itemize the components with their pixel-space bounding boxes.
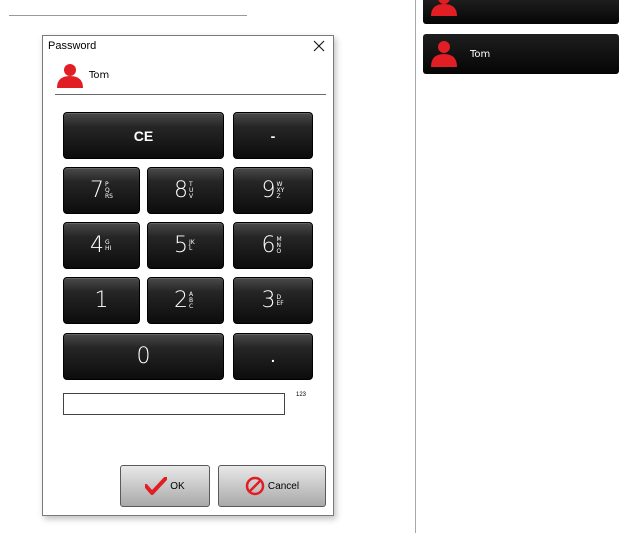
header-divider [55, 94, 326, 95]
user-icon [430, 0, 458, 19]
current-user: Tom [55, 64, 109, 92]
minus-key-label: - [270, 127, 276, 144]
digit-key-5[interactable]: 5 JKL [147, 222, 224, 269]
dialog-title: Password [48, 40, 97, 52]
cancel-button[interactable]: Cancel [218, 465, 326, 507]
letters-label: MNO [276, 235, 282, 255]
letters-label: JKL [189, 238, 195, 252]
digit-label: 1 [94, 287, 109, 313]
letters-label: GHI [105, 238, 112, 252]
digit-key-1[interactable]: 1 [63, 277, 140, 324]
decimal-key-label: . [271, 348, 275, 365]
current-user-name: Tom [89, 70, 110, 81]
digit-key-6[interactable]: 6 MNO [233, 222, 313, 269]
digit-key-4[interactable]: 4 GHI [63, 222, 140, 269]
ok-button[interactable]: OK [120, 465, 210, 507]
digit-label: 8 [174, 177, 188, 203]
letters-label: DEF [276, 293, 284, 307]
checkmark-icon [145, 477, 168, 495]
user-tile-partial[interactable] [423, 0, 619, 24]
digit-label: 6 [261, 232, 276, 258]
cancel-button-label: Cancel [267, 480, 300, 492]
digit-key-8[interactable]: 8 TUV [147, 167, 224, 214]
decimal-key[interactable]: . [233, 333, 313, 380]
letters-label: ABC [189, 290, 194, 310]
password-input[interactable] [63, 393, 285, 415]
digit-key-7[interactable]: 7 PQRS [63, 167, 140, 214]
digit-key-9[interactable]: 9 WXYZ [233, 167, 313, 214]
prohibited-icon [245, 476, 265, 496]
digit-key-0[interactable]: 0 [63, 333, 224, 380]
panel-separator [415, 0, 416, 533]
user-tile-label: Tom [470, 49, 491, 60]
user-tile-tom[interactable]: Tom [423, 34, 619, 74]
letters-label: WXYZ [276, 180, 285, 200]
clear-key[interactable]: CE [63, 112, 224, 159]
digit-label: 3 [261, 287, 276, 313]
minus-key[interactable]: - [233, 112, 313, 159]
digit-label: 4 [90, 232, 104, 258]
close-icon[interactable] [312, 38, 326, 52]
digit-label: 7 [90, 177, 104, 203]
user-icon [430, 41, 458, 70]
user-icon [55, 64, 85, 92]
digit-label: 5 [174, 232, 188, 258]
letters-label: PQRS [105, 180, 113, 200]
ok-button-label: OK [170, 480, 185, 492]
digit-key-3[interactable]: 3 DEF [233, 277, 313, 324]
digit-label: 0 [136, 343, 151, 369]
digit-label: 9 [261, 177, 276, 203]
password-dialog: Password Tom CE - 7 PQRS 8 TUV 9 WXYZ 4 GHI … [42, 35, 334, 516]
clear-key-label: CE [133, 127, 154, 144]
letters-label: TUV [189, 180, 194, 200]
top-divider [9, 15, 247, 16]
input-counter: 123 [296, 392, 307, 398]
digit-key-2[interactable]: 2 ABC [147, 277, 224, 324]
digit-label: 2 [174, 287, 188, 313]
